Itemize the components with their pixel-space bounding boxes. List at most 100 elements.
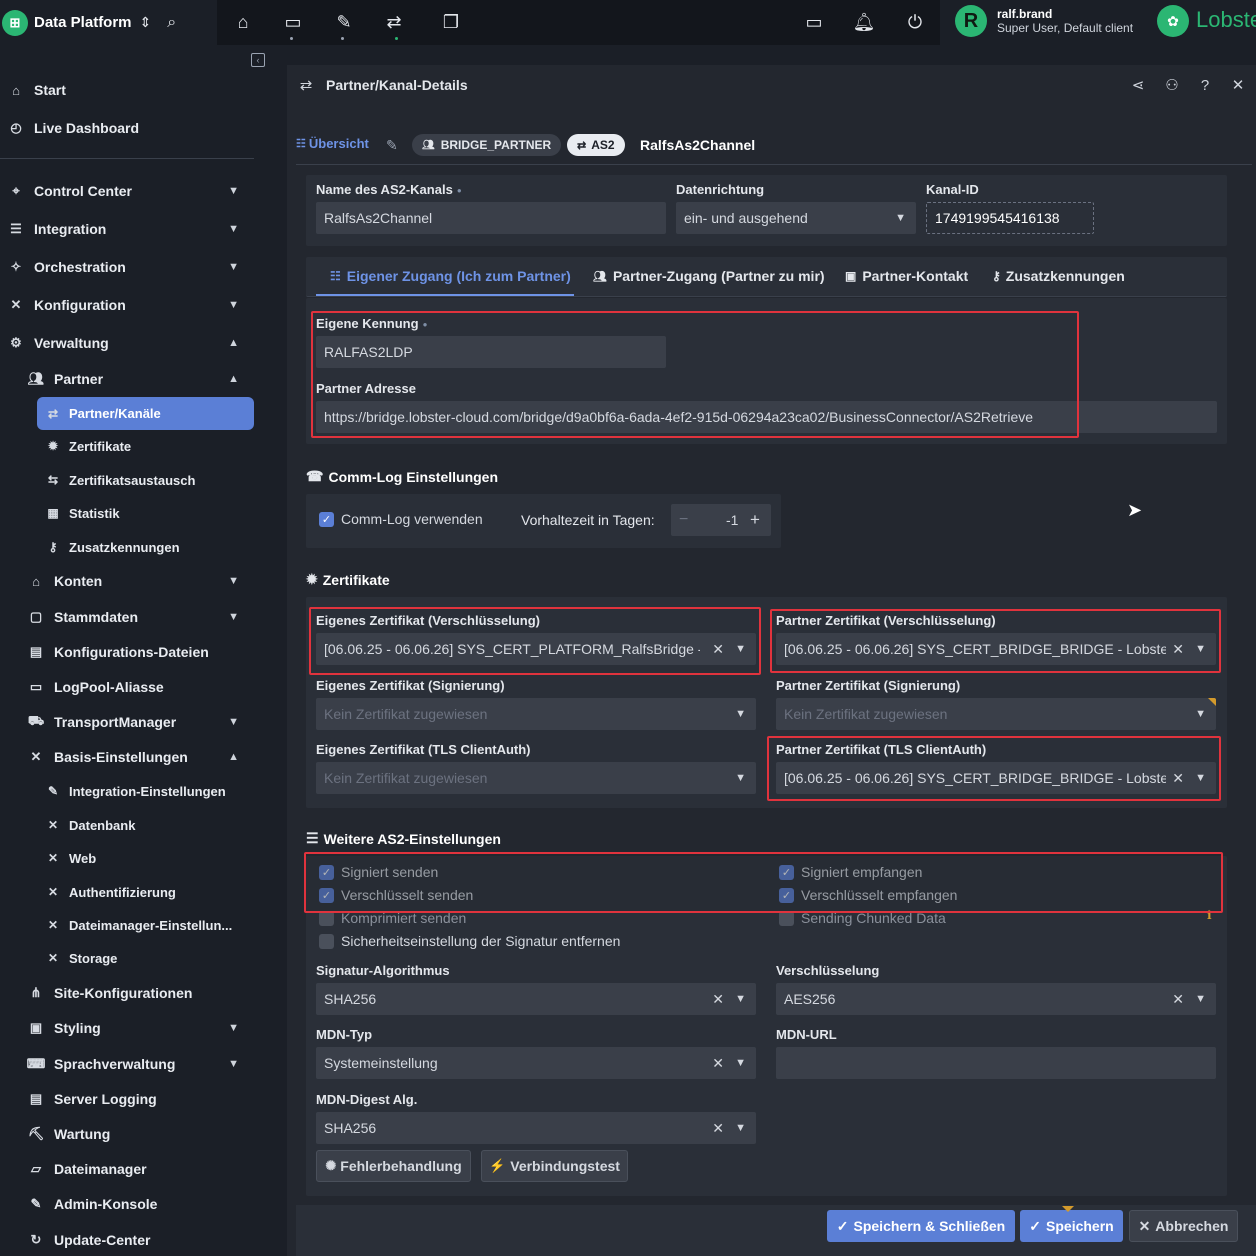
user-settings-icon[interactable]: ⚇: [1163, 76, 1181, 94]
sidebar-item-transportmanager[interactable]: ⛟ TransportManager ▼: [0, 706, 271, 738]
avatar[interactable]: R: [955, 5, 987, 37]
sidebar-item-zusatzkennungen[interactable]: ⚷ Zusatzkennungen: [0, 531, 271, 563]
sidebar-item-partner-kanaele[interactable]: ⇄ Partner/Kanäle: [37, 397, 254, 430]
sidebar-item-partner[interactable]: 👥︎ Partner ▲: [0, 363, 271, 395]
encryption-select[interactable]: AES256 ✕ ▼: [776, 983, 1216, 1015]
own-tls-select[interactable]: Kein Zertifikat zugewiesen ▼: [316, 762, 756, 794]
own-enc-select[interactable]: [06.06.25 - 06.06.26] SYS_CERT_PLATFORM_…: [316, 633, 756, 665]
sig-alg-select[interactable]: SHA256 ✕ ▼: [316, 983, 756, 1015]
sidebar-item-verwaltung[interactable]: ⚙ Verwaltung ▲: [0, 327, 271, 359]
retention-stepper[interactable]: − -1 +: [671, 504, 771, 536]
sidebar-item-storage[interactable]: ✕ Storage: [0, 942, 271, 974]
tab-partner-zugang[interactable]: 👥︎ Partner-Zugang (Partner zu mir): [593, 268, 825, 284]
sidebar-item-integration-einstellungen[interactable]: ✎ Integration-Einstellungen: [0, 775, 271, 807]
sidebar-item-web[interactable]: ✕ Web: [0, 842, 271, 874]
sidebar-item-control-center[interactable]: ⌖ Control Center ▼: [0, 175, 271, 207]
signed-send-checkbox[interactable]: ✓ Signiert senden: [319, 864, 438, 880]
windows-icon[interactable]: ❐: [438, 10, 464, 34]
sidebar-item-konten[interactable]: ⌂ Konten ▼: [0, 565, 271, 597]
screen-icon[interactable]: ▭: [801, 10, 827, 34]
partner-enc-select[interactable]: [06.06.25 - 06.06.26] SYS_CERT_BRIDGE_BR…: [776, 633, 1216, 665]
sidebar-item-datenbank[interactable]: ✕ Datenbank: [0, 809, 271, 841]
clear-icon[interactable]: ✕: [1172, 770, 1184, 787]
partner-tls-select[interactable]: [06.06.25 - 06.06.26] SYS_CERT_BRIDGE_BR…: [776, 762, 1216, 794]
close-icon[interactable]: ✕: [1229, 76, 1247, 94]
save-close-button[interactable]: ✓ Speichern & Schließen: [827, 1210, 1015, 1242]
sidebar-item-live-dashboard[interactable]: ◴ Live Dashboard: [0, 112, 271, 144]
sidebar-item-zertifikate[interactable]: ✹ Zertifikate: [0, 430, 271, 462]
save-button[interactable]: ✓ Speichern: [1020, 1210, 1123, 1242]
channel-id-field[interactable]: 1749199545416138: [926, 202, 1094, 234]
remove-signature-security-checkbox[interactable]: Sicherheitseinstellung der Signatur entf…: [319, 933, 620, 949]
clear-icon[interactable]: ✕: [712, 991, 724, 1008]
sidebar-item-konfigurations-dateien[interactable]: ▤ Konfigurations-Dateien: [0, 636, 271, 668]
clear-icon[interactable]: ✕: [1172, 991, 1184, 1008]
transfer-icon[interactable]: ⇄: [381, 10, 407, 40]
sidebar-item-styling[interactable]: ▣ Styling ▼: [0, 1012, 271, 1044]
sidebar-item-authentifizierung[interactable]: ✕ Authentifizierung: [0, 876, 271, 908]
sidebar-item-site-konfigurationen[interactable]: ⋔ Site-Konfigurationen: [0, 977, 271, 1009]
mdn-url-input[interactable]: [776, 1047, 1216, 1079]
bell-icon[interactable]: 🔔︎: [851, 10, 877, 34]
wrench-icon[interactable]: ✎: [331, 10, 357, 40]
cancel-button[interactable]: ✕ Abbrechen: [1129, 1210, 1238, 1242]
sidebar-item-start[interactable]: ⌂ Start: [0, 74, 271, 106]
sidebar-item-logpool[interactable]: ▭ LogPool-Aliasse: [0, 671, 271, 703]
mdn-type-select[interactable]: Systemeinstellung ✕ ▼: [316, 1047, 756, 1079]
monitor-chart-icon[interactable]: ▭: [280, 10, 306, 40]
help-icon[interactable]: ?: [1196, 76, 1214, 94]
chunked-checkbox[interactable]: Sending Chunked Data: [779, 910, 946, 926]
encrypted-receive-checkbox[interactable]: ✓ Verschlüsselt empfangen: [779, 887, 957, 903]
sidebar-item-orchestration[interactable]: ✧ Orchestration ▼: [0, 251, 271, 283]
search-icon[interactable]: ⌕: [167, 14, 176, 32]
share-icon[interactable]: ⋖: [1129, 76, 1147, 94]
signed-receive-checkbox[interactable]: ✓ Signiert empfangen: [779, 864, 922, 880]
sidebar-item-stammdaten[interactable]: ▢ Stammdaten ▼: [0, 601, 271, 633]
plus-icon[interactable]: +: [750, 510, 760, 530]
breadcrumb-overview[interactable]: ☷ Übersicht: [296, 136, 369, 151]
connection-test-button[interactable]: ⚡ Verbindungstest: [481, 1150, 628, 1182]
clear-icon[interactable]: ✕: [712, 1120, 724, 1137]
sidebar-item-server-logging[interactable]: ▤ Server Logging: [0, 1083, 271, 1115]
clear-icon[interactable]: ✕: [1172, 641, 1184, 658]
sidebar-item-konfiguration[interactable]: ✕ Konfiguration ▼: [0, 289, 271, 321]
sidebar-item-dateimanager-einstellungen[interactable]: ✕ Dateimanager-Einstellun...: [0, 909, 271, 941]
sidebar-item-statistik[interactable]: ▦ Statistik: [0, 497, 271, 529]
sidebar-item-update-center[interactable]: ↻ Update-Center: [0, 1224, 271, 1256]
mdn-digest-select[interactable]: SHA256 ✕ ▼: [316, 1112, 756, 1144]
app-switch-icon[interactable]: ⇕: [140, 14, 152, 31]
sidebar-item-zertifikatsaustausch[interactable]: ⇆ Zertifikatsaustausch: [0, 464, 271, 496]
sidebar-item-admin-konsole[interactable]: ✎ Admin-Konsole: [0, 1188, 271, 1220]
transfer-icon: ⇄: [577, 139, 587, 152]
partner-address-input[interactable]: https://bridge.lobster-cloud.com/bridge/…: [316, 401, 1217, 433]
sidebar-item-dateimanager[interactable]: ▱ Dateimanager: [0, 1153, 271, 1185]
tab-zusatzkennungen[interactable]: ⚷ Zusatzkennungen: [992, 268, 1125, 284]
compressed-send-checkbox[interactable]: Komprimiert senden: [319, 910, 466, 926]
commlog-use-checkbox[interactable]: ✓ Comm-Log verwenden: [319, 511, 483, 527]
app-logo-icon[interactable]: ⊞: [2, 9, 28, 36]
sidebar-item-wartung[interactable]: ⛏ Wartung: [0, 1118, 271, 1150]
breadcrumb-partner[interactable]: 👥︎ BRIDGE_PARTNER: [412, 134, 562, 156]
breadcrumb-type[interactable]: ⇄ AS2: [567, 134, 625, 156]
direction-select[interactable]: ein- und ausgehend ▼: [676, 202, 916, 234]
own-sig-select[interactable]: Kein Zertifikat zugewiesen ▼: [316, 698, 756, 730]
brand-title[interactable]: Data Platform: [34, 14, 132, 31]
partner-sig-select[interactable]: Kein Zertifikat zugewiesen ▼: [776, 698, 1216, 730]
chevron-down-icon: ▼: [895, 212, 906, 224]
encrypted-send-checkbox[interactable]: ✓ Verschlüsselt senden: [319, 887, 473, 903]
collapse-sidebar-icon[interactable]: ‹: [251, 53, 265, 67]
clear-icon[interactable]: ✕: [712, 641, 724, 658]
tab-partner-kontakt[interactable]: ▣ Partner-Kontakt: [845, 268, 968, 284]
power-icon[interactable]: ⏻: [902, 10, 928, 34]
sidebar-item-integration[interactable]: ☰ Integration ▼: [0, 213, 271, 245]
tab-eigener-zugang[interactable]: ☷ Eigener Zugang (Ich zum Partner): [330, 268, 571, 284]
clear-icon[interactable]: ✕: [712, 1055, 724, 1072]
sidebar-item-sprachverwaltung[interactable]: ⌨ Sprachverwaltung ▼: [0, 1048, 271, 1080]
sidebar-item-basis-einstellungen[interactable]: ✕ Basis-Einstellungen ▲: [0, 741, 271, 773]
error-handling-button[interactable]: ✺ Fehlerbehandlung: [316, 1150, 471, 1182]
home-icon[interactable]: ⌂: [230, 10, 256, 34]
own-id-input[interactable]: RALFAS2LDP: [316, 336, 666, 368]
edit-icon[interactable]: ✎: [386, 137, 398, 154]
channel-name-input[interactable]: RalfsAs2Channel: [316, 202, 666, 234]
minus-icon[interactable]: −: [679, 511, 688, 529]
